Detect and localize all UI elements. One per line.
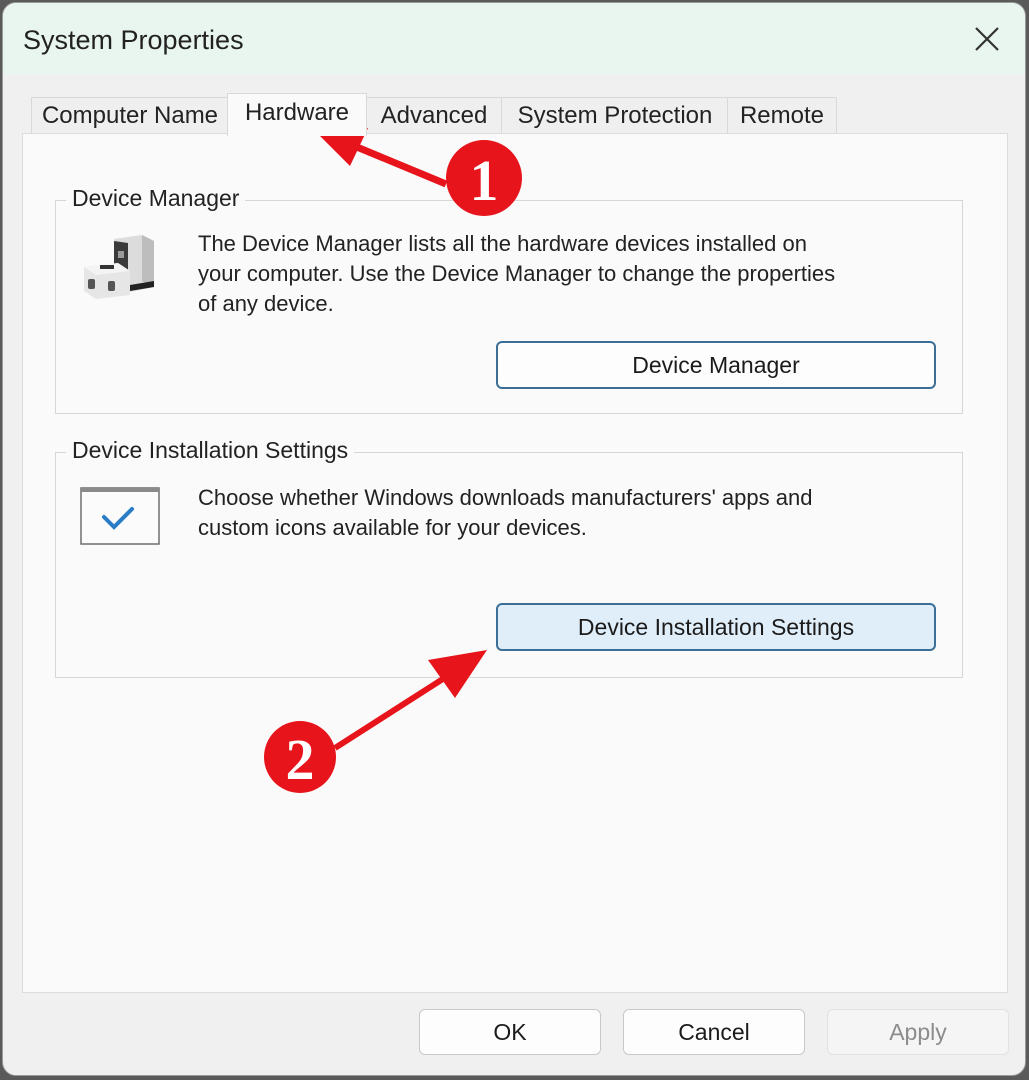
close-icon: [975, 27, 999, 51]
close-button[interactable]: [969, 21, 1005, 57]
window-checkmark-icon: [80, 487, 160, 545]
tab-computer-name[interactable]: Computer Name: [31, 97, 229, 134]
device-manager-group: Device Manager The Device Manager lists …: [55, 185, 963, 414]
ok-button[interactable]: OK: [419, 1009, 601, 1055]
device-installation-settings-button[interactable]: Device Installation Settings: [496, 603, 936, 651]
device-manager-description: The Device Manager lists all the hardwar…: [198, 231, 836, 316]
tab-remote[interactable]: Remote: [727, 97, 837, 134]
system-properties-window: System Properties Computer Name Hardware…: [2, 2, 1026, 1076]
hardware-tab-panel: Device Manager The Device Manager lists …: [22, 133, 1008, 993]
device-installation-description: Choose whether Windows downloads manufac…: [198, 485, 813, 540]
device-manager-group-label: Device Manager: [66, 185, 246, 212]
title-bar: System Properties: [3, 3, 1025, 75]
device-manager-icon: [84, 235, 154, 299]
cancel-button[interactable]: Cancel: [623, 1009, 805, 1055]
tab-system-protection[interactable]: System Protection: [501, 97, 729, 134]
tab-advanced[interactable]: Advanced: [365, 97, 503, 134]
tab-hardware[interactable]: Hardware: [227, 93, 367, 136]
window-title: System Properties: [23, 25, 244, 55]
device-installation-group: Device Installation Settings Choose whet…: [55, 437, 963, 678]
device-installation-group-label: Device Installation Settings: [66, 437, 355, 464]
apply-button[interactable]: Apply: [827, 1009, 1009, 1055]
device-manager-button[interactable]: Device Manager: [496, 341, 936, 389]
